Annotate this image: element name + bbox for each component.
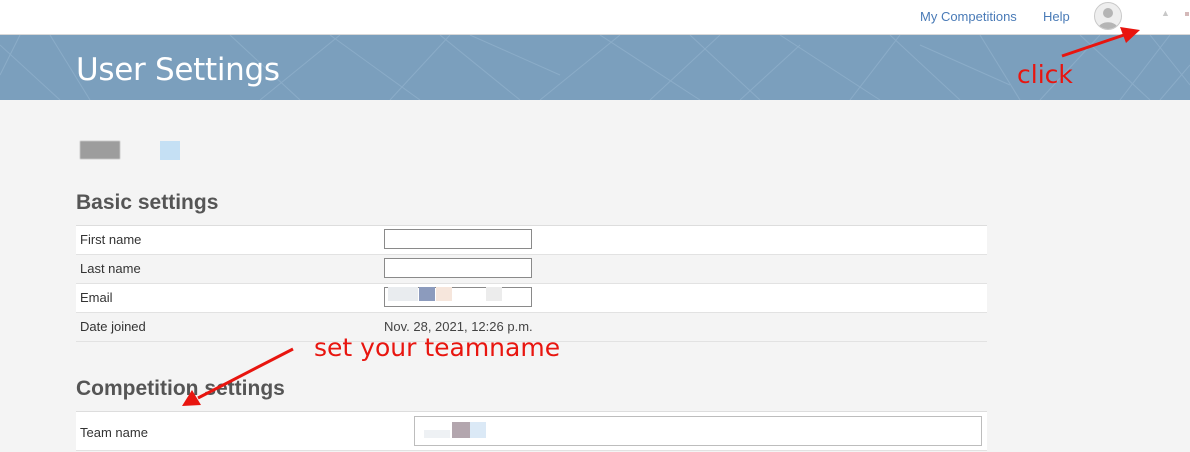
page-title: User Settings: [76, 52, 280, 88]
my-competitions-link[interactable]: My Competitions: [920, 9, 1017, 24]
first-name-row: First name: [76, 226, 987, 255]
help-link[interactable]: Help: [1043, 9, 1070, 24]
email-redaction: [486, 287, 502, 301]
team-name-redaction: [452, 422, 470, 438]
competition-settings-heading: Competition settings: [76, 377, 285, 400]
first-name-label: First name: [80, 232, 142, 247]
basic-settings-table: First name Last name Email Date joined N…: [76, 225, 987, 342]
date-joined-label: Date joined: [80, 319, 146, 334]
basic-settings-heading: Basic settings: [76, 191, 219, 214]
email-row: Email: [76, 284, 987, 313]
user-avatar-icon[interactable]: [1094, 2, 1122, 30]
date-joined-value: Nov. 28, 2021, 12:26 p.m.: [384, 319, 533, 334]
competition-settings-table: Team name: [76, 411, 987, 451]
team-name-row: Team name: [76, 412, 987, 451]
partial-icon: [1185, 12, 1189, 16]
first-name-input[interactable]: [384, 229, 532, 249]
email-redaction: [419, 287, 435, 301]
chevron-down-icon[interactable]: ▲: [1161, 8, 1170, 18]
email-redaction: [436, 287, 452, 301]
profile-badge: [160, 141, 180, 160]
set-teamname-annotation: set your teamname: [314, 333, 561, 362]
team-name-input[interactable]: [414, 416, 982, 446]
team-name-redaction: [424, 430, 450, 438]
top-navigation-bar: My Competitions Help ▲: [0, 0, 1190, 35]
last-name-input[interactable]: [384, 258, 532, 278]
page-banner: User Settings: [0, 35, 1190, 100]
email-label: Email: [80, 290, 113, 305]
email-redaction: [388, 287, 418, 301]
last-name-label: Last name: [80, 261, 141, 276]
team-name-redaction: [470, 422, 486, 438]
avatar-image: [80, 141, 120, 159]
click-annotation: click: [1017, 60, 1073, 89]
team-name-label: Team name: [80, 425, 148, 440]
last-name-row: Last name: [76, 255, 987, 284]
